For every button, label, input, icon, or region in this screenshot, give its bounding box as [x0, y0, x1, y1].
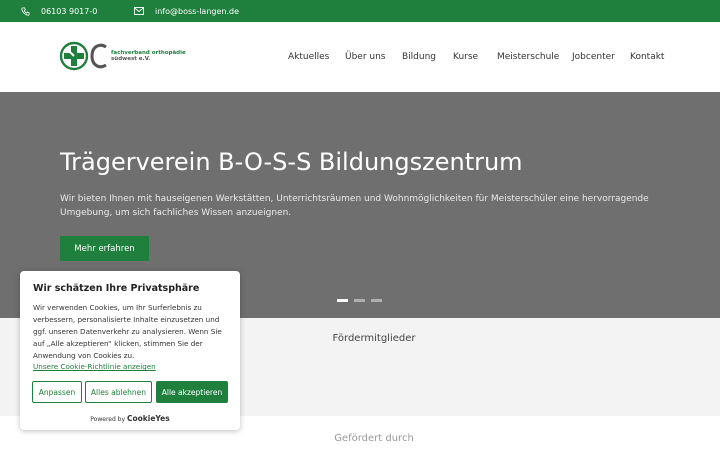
cookie-customize-button[interactable]: Anpassen	[32, 381, 82, 403]
nav-item-aktuelles[interactable]: Aktuelles	[288, 52, 329, 62]
nav-item-kurse[interactable]: Kurse	[453, 52, 478, 62]
cookie-policy-link[interactable]: Unsere Cookie-Richtlinie anzeigen	[33, 362, 156, 371]
mail-icon	[134, 7, 144, 15]
cookie-title: Wir schätzen Ihre Privatsphäre	[33, 283, 200, 294]
phone-icon	[21, 6, 30, 16]
nav-item-meisterschule[interactable]: Meisterschule	[497, 52, 559, 62]
more-info-button[interactable]: Mehr erfahren	[60, 236, 149, 261]
cookie-powered-by: Powered by CookieYes	[20, 414, 240, 423]
phone-contact[interactable]: 06103 9017-0	[21, 0, 97, 22]
cookie-reject-button[interactable]: Alles ablehnen	[85, 381, 152, 403]
nav-item-ueber-uns[interactable]: Über uns	[345, 52, 386, 62]
email-address: info@boss-langen.de	[155, 6, 240, 16]
top-bar: 06103 9017-0 info@boss-langen.de	[0, 0, 720, 22]
main-nav: Aktuelles Über uns Bildung Kurse Meister…	[0, 22, 720, 92]
nav-item-jobcenter[interactable]: Jobcenter	[572, 52, 615, 62]
cookie-consent-banner: Wir schätzen Ihre Privatsphäre Wir verwe…	[20, 271, 240, 430]
email-contact[interactable]: info@boss-langen.de	[134, 0, 239, 22]
hero-text: Wir bieten Ihnen mit hauseigenen Werkstä…	[60, 194, 649, 218]
nav-item-bildung[interactable]: Bildung	[402, 52, 436, 62]
hero-title: Trägerverein B-O-S-S Bildungszentrum	[60, 148, 523, 176]
slider-pagination	[337, 299, 388, 302]
site-header: fachverband orthopädie südwest e.V. Aktu…	[0, 22, 720, 92]
slider-dot-1[interactable]	[337, 299, 348, 302]
slider-dot-3[interactable]	[371, 299, 382, 302]
cookieyes-logo: CookieYes	[126, 414, 170, 423]
powered-by-label: Powered by	[90, 416, 126, 423]
nav-item-kontakt[interactable]: Kontakt	[630, 52, 664, 62]
phone-number: 06103 9017-0	[41, 6, 98, 16]
cookie-accept-button[interactable]: Alle akzeptieren	[156, 381, 228, 403]
slider-dot-2[interactable]	[354, 299, 365, 302]
cookie-body-text: Wir verwenden Cookies, um Ihr Surferlebn…	[33, 303, 222, 360]
funded-heading: Gefördert durch	[334, 433, 414, 444]
